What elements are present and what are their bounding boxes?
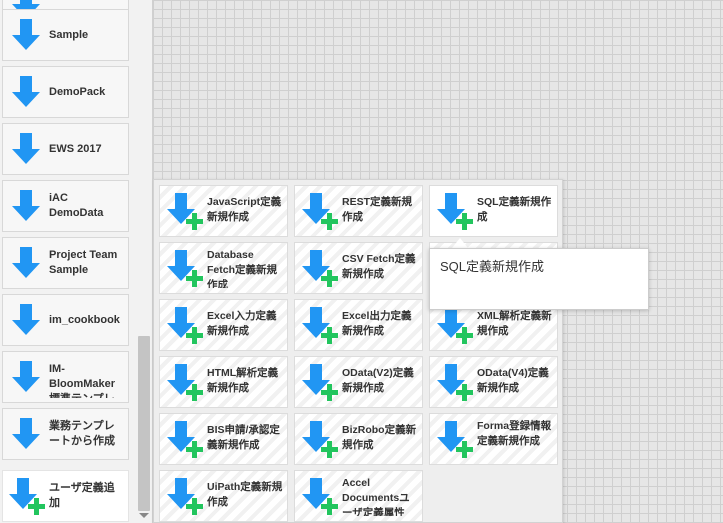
tile-label: BIS申請/承認定義新規作成: [207, 424, 280, 451]
scroll-down-arrow-icon[interactable]: [139, 513, 149, 518]
tile-odata-v4-definition[interactable]: OData(V4)定義新規作成: [429, 356, 558, 408]
sidebar-item-im-cookbook[interactable]: im_cookbook: [2, 294, 129, 346]
tile-label: REST定義新規作成: [342, 196, 413, 223]
download-arrow-plus-icon: [295, 414, 342, 464]
sidebar-item-label: EWS 2017: [49, 142, 102, 155]
sidebar-item-project-team-sample[interactable]: Project Team Sample: [2, 237, 129, 289]
tile-accel-documents-definition[interactable]: Accel Documentsユーザ定義属性: [294, 470, 423, 522]
tile-label: OData(V4)定義新規作成: [477, 367, 549, 394]
sidebar: Sample DemoPack EWS 2017 iAC DemoData Pr…: [0, 0, 153, 523]
download-arrow-plus-icon: [160, 357, 207, 407]
download-arrow-plus-icon: [430, 357, 477, 407]
tile-html-parse-definition[interactable]: HTML解析定義新規作成: [159, 356, 288, 408]
tile-forma-definition[interactable]: Forma登録情報定義新規作成: [429, 413, 558, 465]
download-arrow-icon: [3, 240, 49, 286]
download-arrow-plus-icon: [160, 300, 207, 350]
sidebar-item-label: 業務テンプレートから作成: [49, 420, 115, 447]
download-arrow-plus-icon: [295, 300, 342, 350]
sidebar-item-demopack[interactable]: DemoPack: [2, 66, 129, 118]
tile-odata-v2-definition[interactable]: OData(V2)定義新規作成: [294, 356, 423, 408]
download-arrow-icon: [3, 126, 49, 172]
sidebar-item-im-bloommaker[interactable]: IM-BloomMaker 標準テンプレ: [2, 351, 129, 403]
tile-javascript-definition[interactable]: JavaScript定義新規作成: [159, 185, 288, 237]
tile-excel-input-definition[interactable]: Excel入力定義新規作成: [159, 299, 288, 351]
definition-popup-menu: JavaScript定義新規作成 REST定義新規作成 SQL定義新規作成 Da…: [153, 179, 563, 523]
download-arrow-plus-icon: [160, 471, 207, 521]
download-arrow-plus-icon: [295, 186, 342, 236]
download-arrow-plus-icon: [295, 243, 342, 293]
tile-label: Database Fetch定義新規作成: [207, 249, 278, 288]
download-arrow-plus-icon: [160, 414, 207, 464]
tile-label: BizRobo定義新規作成: [342, 424, 417, 451]
tile-label: Forma登録情報定義新規作成: [477, 420, 552, 447]
tile-label: SQL定義新規作成: [477, 196, 552, 223]
scrollbar-thumb[interactable]: [138, 336, 150, 511]
sidebar-item-iac-demodata[interactable]: iAC DemoData: [2, 180, 129, 232]
download-arrow-plus-icon: [295, 471, 342, 521]
tile-label: JavaScript定義新規作成: [207, 196, 282, 223]
download-arrow-icon: [3, 411, 49, 457]
sidebar-item-business-template[interactable]: 業務テンプレートから作成: [2, 408, 129, 460]
tile-rest-definition[interactable]: REST定義新規作成: [294, 185, 423, 237]
tile-database-fetch-definition[interactable]: Database Fetch定義新規作成: [159, 242, 288, 294]
tile-uipath-definition[interactable]: UiPath定義新規作成: [159, 470, 288, 522]
sidebar-item-label: Project Team Sample: [49, 249, 118, 276]
sidebar-scrollbar[interactable]: [136, 0, 152, 523]
download-arrow-icon: [3, 69, 49, 115]
tile-label: Excel入力定義新規作成: [207, 310, 277, 337]
tile-bis-approval-definition[interactable]: BIS申請/承認定義新規作成: [159, 413, 288, 465]
tooltip-text: SQL定義新規作成: [440, 259, 545, 274]
download-arrow-plus-icon: [430, 414, 477, 464]
download-arrow-plus-icon: [295, 357, 342, 407]
tile-csv-fetch-definition[interactable]: CSV Fetch定義新規作成: [294, 242, 423, 294]
tile-sql-definition[interactable]: SQL定義新規作成: [429, 185, 558, 237]
tile-label: XML解析定義新規作成: [477, 310, 552, 337]
sidebar-item-ews-2017[interactable]: EWS 2017: [2, 123, 129, 175]
download-arrow-plus-icon: [160, 243, 207, 293]
sidebar-item-label: IM-BloomMaker 標準テンプレ: [49, 363, 116, 398]
download-arrow-icon: [3, 354, 49, 400]
download-arrow-icon: [3, 297, 49, 343]
download-arrow-plus-icon: [3, 473, 49, 519]
tile-label: CSV Fetch定義新規作成: [342, 253, 416, 280]
download-arrow-plus-icon: [430, 186, 477, 236]
download-arrow-icon: [3, 12, 49, 58]
download-arrow-plus-icon: [160, 186, 207, 236]
tile-excel-output-definition[interactable]: Excel出力定義新規作成: [294, 299, 423, 351]
tile-label: OData(V2)定義新規作成: [342, 367, 414, 394]
sidebar-item-sample[interactable]: Sample: [2, 9, 129, 61]
sidebar-item-label: ユーザ定義追加: [49, 482, 115, 509]
tile-label: HTML解析定義新規作成: [207, 367, 279, 394]
sidebar-item-label: im_cookbook: [49, 313, 120, 326]
sidebar-item-label: DemoPack: [49, 85, 106, 98]
download-arrow-icon: [3, 183, 49, 229]
tooltip: SQL定義新規作成: [429, 248, 649, 310]
tile-bizrobo-definition[interactable]: BizRobo定義新規作成: [294, 413, 423, 465]
tile-label: Excel出力定義新規作成: [342, 310, 412, 337]
tooltip-arrow: [452, 238, 468, 248]
sidebar-item-user-definition-add[interactable]: ユーザ定義追加: [2, 470, 129, 522]
tile-label: Accel Documentsユーザ定義属性: [342, 477, 410, 516]
sidebar-item-label: iAC DemoData: [49, 192, 104, 219]
tile-label: UiPath定義新規作成: [207, 481, 283, 508]
sidebar-item-label: Sample: [49, 28, 89, 41]
